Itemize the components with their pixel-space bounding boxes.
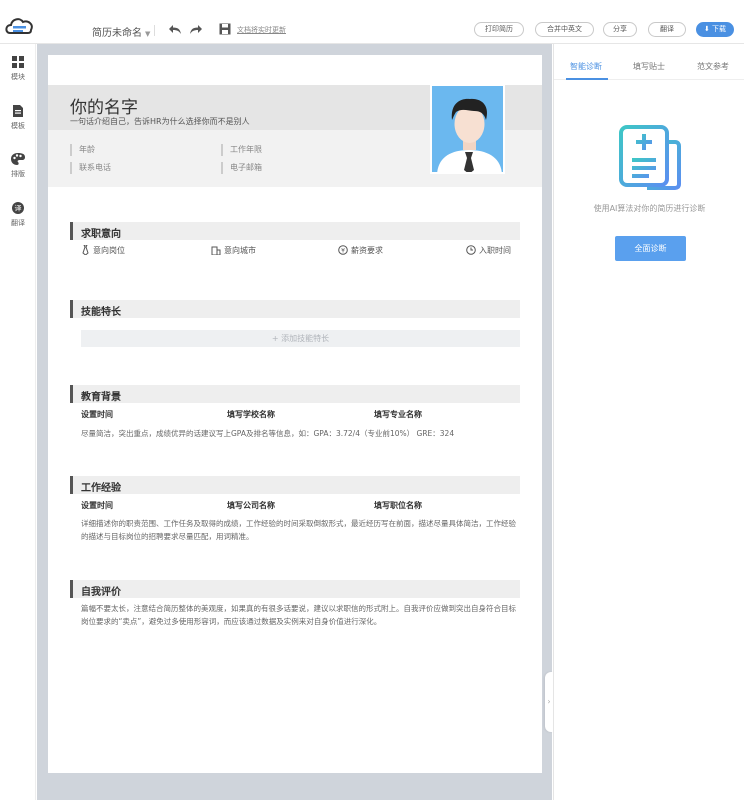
section-skills[interactable]: 技能特长 xyxy=(70,300,520,318)
intent-position[interactable]: 意向岗位 xyxy=(81,244,125,256)
section-title: 技能特长 xyxy=(81,307,121,318)
tab-sample-reference[interactable]: 范文参考 xyxy=(697,61,729,72)
translate-icon: 译 xyxy=(12,202,24,214)
clock-icon xyxy=(466,245,476,255)
avatar-photo[interactable] xyxy=(430,84,505,174)
svg-text:¥: ¥ xyxy=(341,248,345,255)
intent-city[interactable]: 意向城市 xyxy=(211,245,256,256)
save-status-hint[interactable]: 文档将实时更新 xyxy=(237,25,286,35)
tab-writing-tips[interactable]: 填写贴士 xyxy=(633,61,665,72)
template-icon xyxy=(13,105,23,117)
palette-icon xyxy=(11,153,25,165)
right-panel: 智能诊断 填写贴士 范文参考 使用AI算法对你的简历进行诊断 全面诊断 xyxy=(553,44,744,800)
chevron-right-icon: › xyxy=(547,697,551,706)
resume-tagline[interactable]: 一句话介绍自己，告诉HR为什么选择你而不是别人 xyxy=(70,116,250,127)
redo-icon[interactable] xyxy=(189,22,203,36)
section-title: 自我评价 xyxy=(81,587,121,598)
resume-name[interactable]: 你的名字 xyxy=(70,93,138,118)
chevron-down-icon: ▼ xyxy=(145,30,151,38)
work-time[interactable]: 设置时间 xyxy=(81,500,113,511)
merge-cn-en-button[interactable]: 合并中英文 xyxy=(535,22,594,37)
sidebar-item-label: 模块 xyxy=(11,73,25,81)
avatar xyxy=(432,86,503,172)
section-title: 工作经验 xyxy=(81,483,121,494)
svg-text:译: 译 xyxy=(15,205,22,213)
diagnosis-hint: 使用AI算法对你的简历进行诊断 xyxy=(593,204,706,213)
work-company[interactable]: 填写公司名称 xyxy=(227,500,275,511)
sidebar-item-template[interactable]: 模板 xyxy=(0,104,36,131)
sidebar-item-translate[interactable]: 译 翻译 xyxy=(0,201,36,228)
sidebar-item-label: 模板 xyxy=(11,122,25,130)
self-evaluation-text[interactable]: 篇幅不要太长，注意结合简历整体的美观度，如果真的有很多话要说，建议以求职信的形式… xyxy=(81,602,521,628)
intent-salary[interactable]: ¥ 薪资要求 xyxy=(338,245,383,256)
intent-label: 意向岗位 xyxy=(93,246,125,255)
edu-time[interactable]: 设置时间 xyxy=(81,409,113,420)
intent-label: 入职时间 xyxy=(479,246,511,255)
section-job-intent[interactable]: 求职意向 xyxy=(70,222,520,240)
resume-paper: 你的名字 一句话介绍自己，告诉HR为什么选择你而不是别人 年龄 工作年限 联系电… xyxy=(48,55,542,773)
sidebar-item-label: 排版 xyxy=(11,170,25,178)
tab-smart-diagnosis[interactable]: 智能诊断 xyxy=(566,61,608,80)
print-resume-button[interactable]: 打印简历 xyxy=(474,22,524,37)
intent-start-date[interactable]: 入职时间 xyxy=(466,245,511,256)
section-self-evaluation[interactable]: 自我评价 xyxy=(70,580,520,598)
download-label: 下载 xyxy=(712,25,727,33)
info-work-years[interactable]: 工作年限 xyxy=(221,144,262,156)
tie-icon xyxy=(82,244,89,256)
collapse-panel-handle[interactable]: › xyxy=(545,672,553,732)
edu-major[interactable]: 填写专业名称 xyxy=(374,409,422,420)
editor-canvas: 你的名字 一句话介绍自己，告诉HR为什么选择你而不是别人 年龄 工作年限 联系电… xyxy=(37,44,552,800)
intent-label: 薪资要求 xyxy=(351,246,383,255)
translate-button[interactable]: 翻译 xyxy=(648,22,686,37)
modules-icon xyxy=(12,56,24,68)
share-button[interactable]: 分享 xyxy=(603,22,637,37)
app-logo-icon[interactable] xyxy=(4,13,36,37)
download-icon: ⬇ xyxy=(703,25,710,33)
top-toolbar: 简历未命名 ▼ 文档将实时更新 打印简历 合并中英文 分享 翻译 ⬇ 下载 xyxy=(0,0,744,44)
document-name-dropdown[interactable]: 简历未命名 ▼ xyxy=(92,24,150,39)
resume-diagnosis-icon xyxy=(619,125,681,190)
intent-label: 意向城市 xyxy=(224,246,256,255)
sidebar-item-layout[interactable]: 排版 xyxy=(0,152,36,179)
save-icon[interactable] xyxy=(218,22,232,36)
section-education[interactable]: 教育背景 xyxy=(70,385,520,403)
work-description[interactable]: 详细描述你的职责范围、工作任务及取得的成绩，工作经验的时间采取倒叙形式，最近经历… xyxy=(81,517,521,543)
toolbar-divider xyxy=(154,25,155,36)
section-title: 教育背景 xyxy=(81,392,121,403)
info-phone[interactable]: 联系电话 xyxy=(70,162,111,174)
full-diagnosis-button[interactable]: 全面诊断 xyxy=(615,236,686,261)
undo-icon[interactable] xyxy=(168,22,182,36)
info-email[interactable]: 电子邮箱 xyxy=(221,162,262,174)
left-sidebar: 模块 模板 排版 译 翻译 xyxy=(0,44,36,800)
work-position[interactable]: 填写职位名称 xyxy=(374,500,422,511)
document-name: 简历未命名 xyxy=(92,28,142,39)
edu-description[interactable]: 尽量简洁，突出重点，成绩优异的话建议写上GPA及排名等信息，如：GPA：3.72… xyxy=(81,427,521,440)
add-skill-button[interactable]: + 添加技能特长 xyxy=(81,330,520,347)
section-work[interactable]: 工作经验 xyxy=(70,476,520,494)
sidebar-item-modules[interactable]: 模块 xyxy=(0,55,36,82)
download-button[interactable]: ⬇ 下载 xyxy=(696,22,734,37)
building-icon xyxy=(211,246,221,256)
section-title: 求职意向 xyxy=(81,229,121,240)
edu-school[interactable]: 填写学校名称 xyxy=(227,409,275,420)
money-icon: ¥ xyxy=(338,245,348,255)
right-panel-tabs: 智能诊断 填写贴士 范文参考 xyxy=(554,44,744,80)
sidebar-item-label: 翻译 xyxy=(11,219,25,227)
info-age[interactable]: 年龄 xyxy=(70,144,95,156)
